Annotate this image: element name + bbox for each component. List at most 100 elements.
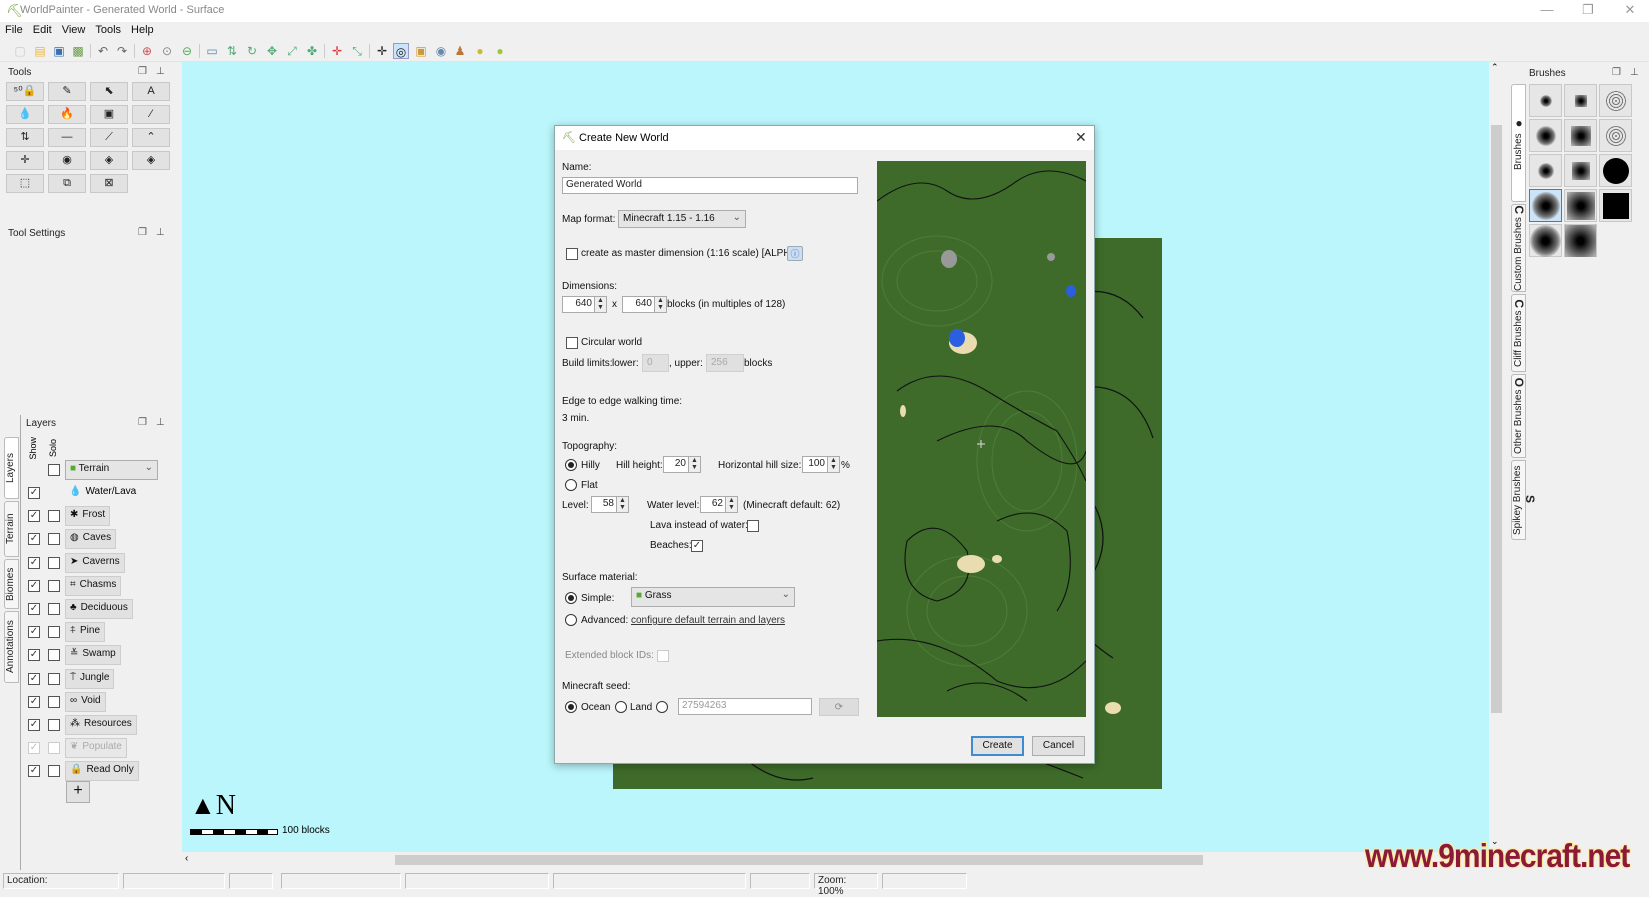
- brush-option[interactable]: [1564, 224, 1597, 257]
- extended-block-ids-checkbox[interactable]: [657, 650, 669, 662]
- layer-button[interactable]: ◍ Caves: [65, 529, 117, 550]
- spinner-arrows-icon[interactable]: ▲ ▼: [594, 297, 606, 312]
- float-panel-icon[interactable]: ❐: [1612, 67, 1621, 78]
- brush-option[interactable]: [1529, 84, 1562, 117]
- pin-icon[interactable]: ⊥: [1630, 67, 1639, 78]
- layer-button[interactable]: ⌗ Chasms: [65, 575, 122, 596]
- raise-mountain-tool-button[interactable]: ◈: [90, 151, 128, 170]
- export-icon[interactable]: ▩: [70, 43, 86, 59]
- layer-solo-checkbox[interactable]: [48, 603, 60, 615]
- raise-water-tool-button[interactable]: 💧: [6, 105, 44, 124]
- layer-show-checkbox[interactable]: ✓: [28, 603, 40, 615]
- layer-solo-checkbox[interactable]: [48, 510, 60, 523]
- menu-help[interactable]: Help: [126, 22, 159, 38]
- copy-selection-tool-button[interactable]: ⧉: [48, 174, 86, 193]
- layer-solo-checkbox[interactable]: [48, 556, 60, 569]
- minimize-button[interactable]: —: [1532, 2, 1562, 17]
- spinner-arrows-icon[interactable]: ▲ ▼: [616, 497, 628, 512]
- info-icon[interactable]: ⓘ: [787, 246, 803, 261]
- layer-button[interactable]: ⍏ Pine: [65, 622, 106, 643]
- selection-tool-button[interactable]: ⬚: [6, 174, 44, 193]
- layer-solo-checkbox[interactable]: [48, 533, 60, 546]
- brush-option[interactable]: [1529, 224, 1562, 257]
- layer-show-checkbox[interactable]: ✓: [28, 765, 40, 778]
- name-input[interactable]: Generated World: [562, 177, 858, 194]
- random-seed-button[interactable]: ⟳: [819, 698, 859, 716]
- tab-annotations[interactable]: Annotations: [4, 611, 19, 683]
- custom-seed-radio[interactable]: [656, 701, 668, 713]
- lower-limit-select[interactable]: 0: [642, 354, 669, 372]
- scale-icon[interactable]: ⤢: [284, 43, 300, 59]
- simple-radio[interactable]: [565, 592, 577, 604]
- layer-show-checkbox[interactable]: ✓: [28, 626, 40, 639]
- layer-button[interactable]: 💧 Water/Lava: [65, 483, 140, 500]
- master-dimension-checkbox[interactable]: [566, 248, 578, 260]
- hilly-radio[interactable]: [565, 459, 577, 471]
- menu-tools[interactable]: Tools: [90, 22, 126, 38]
- view-icon[interactable]: ◉: [433, 43, 449, 59]
- brush-tab[interactable]: Spikey BrushesS: [1511, 460, 1537, 540]
- redo-icon[interactable]: ↷: [114, 43, 130, 59]
- clear-selection-tool-button[interactable]: ⊠: [90, 174, 128, 193]
- layer-solo-checkbox[interactable]: [48, 719, 60, 731]
- rotate-icon[interactable]: ↻: [244, 43, 260, 59]
- add-layer-button[interactable]: +: [66, 781, 90, 803]
- spinner-arrows-icon[interactable]: ▲ ▼: [827, 457, 839, 472]
- layer-solo-checkbox[interactable]: [48, 649, 60, 662]
- layer-solo-checkbox[interactable]: [48, 765, 60, 778]
- spinner-arrows-icon[interactable]: ▲ ▼: [725, 497, 737, 512]
- layer-button[interactable]: ➤ Caverns: [65, 552, 125, 573]
- menu-file[interactable]: File: [0, 22, 28, 38]
- pin-icon[interactable]: ⊥: [156, 227, 165, 238]
- players-icon[interactable]: ♟: [452, 43, 468, 59]
- brush-option[interactable]: [1599, 119, 1632, 152]
- width-spinner[interactable]: 640 ▲ ▼: [562, 296, 607, 313]
- seed-input[interactable]: 27594263: [678, 698, 812, 715]
- layer-show-checkbox[interactable]: ✓: [28, 579, 40, 592]
- map-format-select[interactable]: Minecraft 1.15 - 1.16 ⌄: [618, 210, 746, 228]
- tab-terrain[interactable]: Terrain: [4, 501, 19, 557]
- scroll-up-icon[interactable]: ⌃: [1491, 62, 1499, 73]
- advanced-radio[interactable]: [565, 614, 577, 626]
- scroll-left-icon[interactable]: ‹: [185, 853, 188, 864]
- tab-biomes[interactable]: Biomes: [4, 559, 19, 609]
- upper-limit-select[interactable]: 256: [706, 354, 744, 372]
- pencil-tool-button[interactable]: ✎: [48, 82, 86, 101]
- spawn-tool-button[interactable]: ⁵⁰🔒: [6, 82, 44, 101]
- menu-edit[interactable]: Edit: [28, 22, 57, 38]
- smooth-tool-button[interactable]: ◉: [48, 151, 86, 170]
- brush-option[interactable]: [1529, 154, 1562, 187]
- pin-icon[interactable]: ⊥: [156, 417, 165, 428]
- line-tool-button[interactable]: —: [48, 128, 86, 147]
- save-icon[interactable]: ▣: [51, 43, 67, 59]
- ridge-tool-button[interactable]: ⌃: [132, 128, 170, 147]
- terrain-combo[interactable]: ■ Terrain ⌄: [65, 460, 158, 480]
- slope-tool-button[interactable]: ⟋: [90, 128, 128, 147]
- terrain-solo-checkbox[interactable]: [48, 464, 60, 476]
- lower-mountain-tool-button[interactable]: ◈: [132, 151, 170, 170]
- raise-point-tool-button[interactable]: ✛: [6, 151, 44, 170]
- ocean-radio[interactable]: [565, 701, 577, 713]
- cancel-button[interactable]: Cancel: [1032, 736, 1085, 756]
- lava-checkbox[interactable]: [747, 520, 759, 532]
- restore-button[interactable]: ❐: [1573, 2, 1603, 18]
- pin-icon[interactable]: ⊥: [156, 66, 165, 77]
- float-panel-icon[interactable]: ❐: [138, 66, 147, 77]
- open-icon[interactable]: ▤: [32, 43, 48, 59]
- text-tool-button[interactable]: A: [132, 82, 170, 101]
- zoom-out-icon[interactable]: ⊖: [179, 43, 195, 59]
- light-left-icon[interactable]: ●: [472, 43, 488, 59]
- layer-show-checkbox[interactable]: ✓: [28, 719, 40, 731]
- eyedropper-tool-button[interactable]: ⁄: [132, 105, 170, 124]
- brush-option[interactable]: [1564, 119, 1597, 152]
- move-to-origin-icon[interactable]: ⤡: [349, 43, 365, 59]
- brush-tab[interactable]: Cliff Brushes C: [1511, 294, 1526, 372]
- layer-show-checkbox[interactable]: ✓: [28, 672, 40, 685]
- brush-tab[interactable]: Custom Brushes C: [1511, 204, 1526, 292]
- vertical-scroll-thumb[interactable]: [1491, 125, 1502, 713]
- heightmap-tool-button[interactable]: ▣: [90, 105, 128, 124]
- plugins-icon[interactable]: ✤: [304, 43, 320, 59]
- zoom-reset-icon[interactable]: ⊙: [159, 43, 175, 59]
- brush-option[interactable]: [1529, 119, 1562, 152]
- layer-button[interactable]: ♣ Deciduous: [65, 599, 133, 619]
